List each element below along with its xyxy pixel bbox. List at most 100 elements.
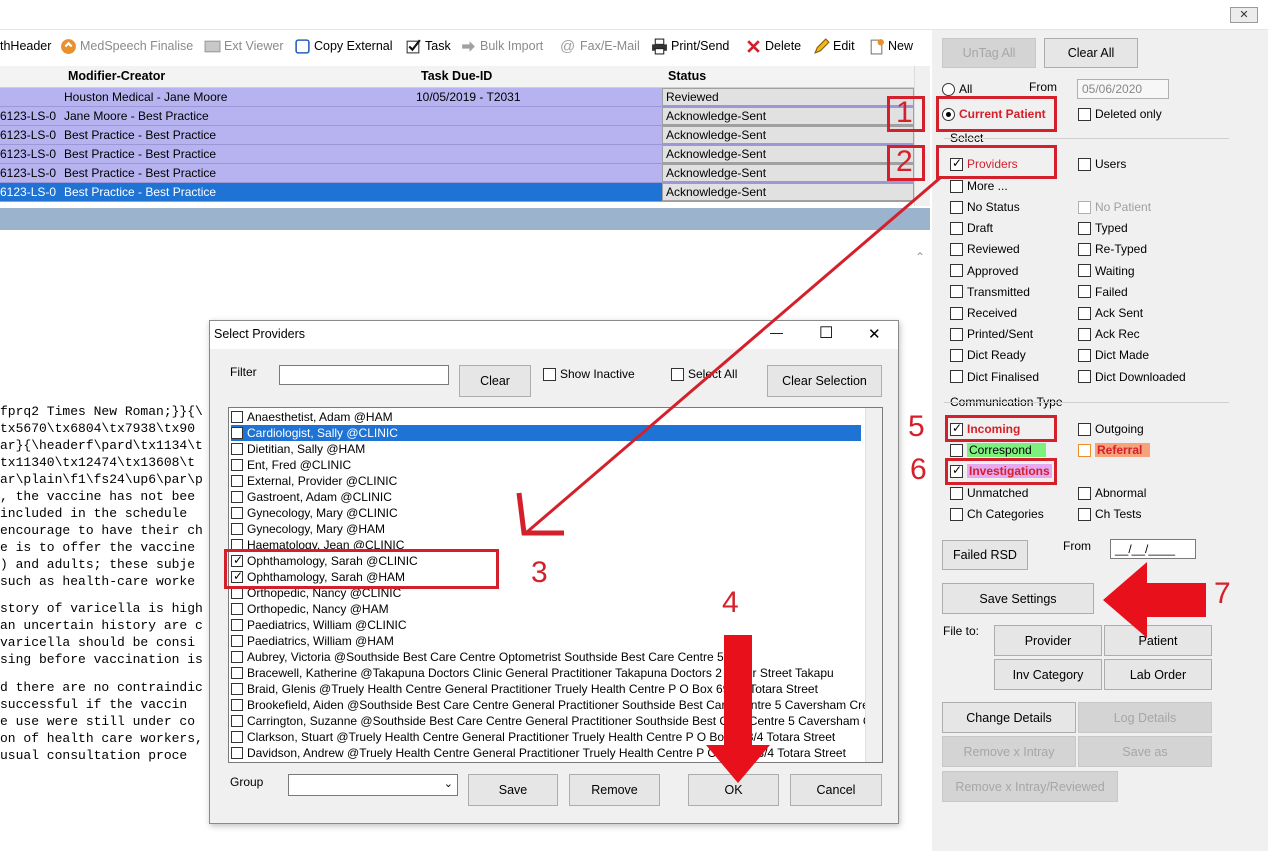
table-row[interactable]: 6123-LS-0 Jane Moore - Best Practice Ackno… [0, 107, 914, 126]
chevron-up-icon[interactable]: ⌃ [915, 250, 925, 264]
checkbox-box[interactable] [231, 475, 243, 487]
more-checkbox[interactable]: More ... [950, 179, 1008, 193]
row-status-dropdown[interactable]: Acknowledge-Sent [662, 164, 914, 182]
provider-list-item[interactable]: Carrington, Suzanne @Southside Best Care… [231, 713, 872, 729]
save-as-button[interactable]: Save as [1078, 736, 1212, 767]
row-status-dropdown[interactable]: Acknowledge-Sent [662, 107, 914, 125]
status-checkbox[interactable]: Transmitted [950, 285, 1030, 299]
toolbar-new-button[interactable]: New [868, 36, 913, 56]
file-to-provider-button[interactable]: Provider [994, 625, 1102, 656]
checkbox-box[interactable] [231, 411, 243, 423]
checkbox-box[interactable] [231, 443, 243, 455]
provider-list-item[interactable]: Orthopedic, Nancy @HAM [231, 601, 861, 617]
maximize-button[interactable]: ☐ [819, 323, 833, 343]
checkbox-box[interactable] [231, 619, 243, 631]
provider-list-item[interactable]: Paediatrics, William @CLINIC [231, 617, 861, 633]
clear-selection-button[interactable]: Clear Selection [767, 365, 882, 397]
provider-list-item[interactable]: Clarkson, Stuart @Truely Health Centre G… [231, 729, 861, 745]
change-details-button[interactable]: Change Details [942, 702, 1076, 733]
checkbox-box[interactable] [231, 523, 243, 535]
status-checkbox[interactable]: Dict Finalised [950, 370, 1039, 384]
group-save-button[interactable]: Save [468, 774, 558, 806]
provider-list-item[interactable]: Dietitian, Sally @HAM [231, 441, 861, 457]
provider-list-item[interactable]: Davidson, Andrew @Truely Health Centre G… [231, 745, 861, 761]
minimize-button[interactable]: — [770, 325, 783, 340]
provider-list-item[interactable]: Gastroent, Adam @CLINIC [231, 489, 861, 505]
checkbox-box[interactable] [231, 699, 243, 711]
checkbox-box[interactable] [231, 747, 243, 759]
referral-checkbox[interactable]: Referral [1078, 443, 1151, 457]
checkbox-box[interactable] [231, 459, 243, 471]
provider-list-item[interactable]: Brookefield, Aiden @Southside Best Care … [231, 697, 875, 713]
save-settings-button[interactable]: Save Settings [942, 583, 1094, 614]
dialog-close-button[interactable]: ✕ [868, 325, 881, 343]
remove-intray-reviewed-button[interactable]: Remove x Intray/Reviewed [942, 771, 1118, 802]
status-checkbox[interactable]: Dict Downloaded [1078, 370, 1186, 384]
table-row[interactable]: 6123-LS-0 Best Practice - Best Practice Ac… [0, 126, 914, 145]
status-checkbox[interactable]: No Status [950, 200, 1020, 214]
radio-all[interactable]: All [942, 82, 972, 96]
table-row[interactable]: 6123-LS-0 Best Practice - Best Practice Ac… [0, 145, 914, 164]
failed-rsd-button[interactable]: Failed RSD [942, 540, 1028, 570]
toolbar-edit-button[interactable]: Edit [813, 36, 855, 56]
status-checkbox[interactable]: Printed/Sent [950, 327, 1033, 341]
splitter-bar[interactable] [0, 208, 930, 230]
provider-list-item[interactable]: Ent, Fred @CLINIC [231, 457, 861, 473]
outgoing-checkbox[interactable]: Outgoing [1078, 422, 1144, 436]
provider-list-item[interactable]: External, Provider @CLINIC [231, 473, 861, 489]
toolbar-ext-viewer-button[interactable]: Ext Viewer [204, 36, 284, 56]
checkbox-box[interactable] [231, 683, 243, 695]
row-status-dropdown[interactable]: Reviewed [662, 88, 914, 106]
correspond-checkbox[interactable]: Correspond [950, 443, 1046, 457]
from-date-field[interactable]: 05/06/2020 [1077, 79, 1169, 99]
provider-list-item[interactable]: Gynecology, Mary @CLINIC [231, 505, 861, 521]
status-checkbox[interactable]: Failed [1078, 285, 1128, 299]
cancel-button[interactable]: Cancel [790, 774, 882, 806]
checkbox-box[interactable] [231, 651, 243, 663]
toolbar-delete-button[interactable]: Delete [745, 36, 801, 56]
status-checkbox[interactable]: Approved [950, 264, 1018, 278]
toolbar-task-button[interactable]: Task [405, 36, 451, 56]
status-checkbox[interactable]: Ack Sent [1078, 306, 1143, 320]
checkbox-box[interactable] [231, 603, 243, 615]
select-all-checkbox[interactable]: Select All [671, 367, 737, 381]
from-date-field-2[interactable]: __/__/____ [1110, 539, 1196, 559]
checkbox-box[interactable] [231, 715, 243, 727]
column-header-modifier[interactable]: Modifier-Creator [68, 69, 165, 83]
deleted-only-checkbox[interactable]: Deleted only [1078, 107, 1162, 121]
toolbar-print-send-button[interactable]: Print/Send [651, 36, 729, 56]
log-details-button[interactable]: Log Details [1078, 702, 1212, 733]
untag-all-button[interactable]: UnTag All [942, 38, 1036, 68]
status-checkbox[interactable]: Received [950, 306, 1017, 320]
status-checkbox[interactable]: Re-Typed [1078, 242, 1147, 256]
status-checkbox[interactable]: Reviewed [950, 242, 1020, 256]
checkbox-box[interactable] [231, 731, 243, 743]
status-checkbox[interactable]: Dict Made [1078, 348, 1149, 362]
ch-tests-checkbox[interactable]: Ch Tests [1078, 507, 1141, 521]
row-status-dropdown[interactable]: Acknowledge-Sent [662, 145, 914, 163]
checkbox-box[interactable] [231, 635, 243, 647]
unmatched-checkbox[interactable]: Unmatched [950, 486, 1028, 500]
row-status-dropdown[interactable]: Acknowledge-Sent [662, 126, 914, 144]
ch-categories-checkbox[interactable]: Ch Categories [950, 507, 1044, 521]
toolbar-bulk-import-button[interactable]: Bulk Import [460, 36, 543, 56]
status-checkbox[interactable]: Waiting [1078, 264, 1135, 278]
group-remove-button[interactable]: Remove [569, 774, 660, 806]
provider-list-item[interactable]: Bracewell, Katherine @Takapuna Doctors C… [231, 665, 861, 681]
status-checkbox[interactable]: Dict Ready [950, 348, 1026, 362]
column-header-status[interactable]: Status [668, 69, 706, 83]
provider-list-item[interactable]: Anaesthetist, Adam @HAM [231, 409, 861, 425]
checkbox-box[interactable] [231, 491, 243, 503]
ok-button[interactable]: OK [688, 774, 779, 806]
provider-list-item[interactable]: Aubrey, Victoria @Southside Best Care Ce… [231, 649, 861, 665]
users-checkbox[interactable]: Users [1078, 157, 1126, 171]
toolbar-header-button[interactable]: thHeader [0, 36, 51, 56]
checkbox-box[interactable] [231, 427, 243, 439]
table-row[interactable]: 6123-LS-0 Best Practice - Best Practice Ac… [0, 183, 914, 202]
file-to-inv-category-button[interactable]: Inv Category [994, 659, 1102, 690]
table-row[interactable]: Houston Medical - Jane Moore 10/05/2019 -… [0, 88, 914, 107]
row-status-dropdown[interactable]: Acknowledge-Sent [662, 183, 914, 201]
provider-list-item[interactable]: Braid, Glenis @Truely Health Centre Gene… [231, 681, 861, 697]
filter-input[interactable] [279, 365, 449, 385]
provider-list-item[interactable]: Gynecology, Mary @HAM [231, 521, 861, 537]
